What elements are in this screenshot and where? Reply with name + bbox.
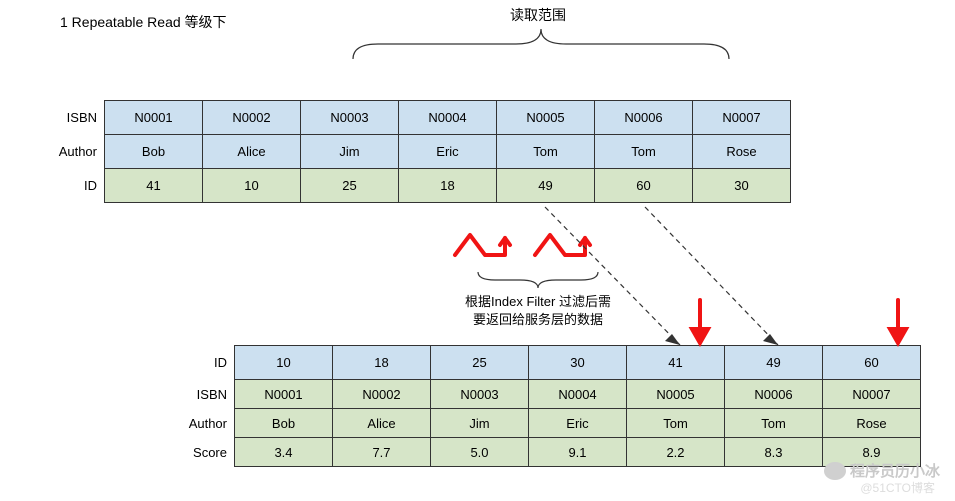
table-row: ID 10 18 25 30 41 49 60 <box>180 345 921 380</box>
cell: 10 <box>234 345 333 380</box>
table-row: Score 3.4 7.7 5.0 9.1 2.2 8.3 8.9 <box>180 437 921 467</box>
cell: Alice <box>332 408 431 438</box>
down-arrow-icon <box>692 300 708 343</box>
cell: Tom <box>496 134 595 169</box>
cell: N0002 <box>332 379 431 409</box>
row-header: ISBN <box>180 379 235 409</box>
cell: N0004 <box>528 379 627 409</box>
row-header: Author <box>180 408 235 438</box>
table-row: ID 41 10 25 18 49 60 30 <box>50 168 791 203</box>
cell: 18 <box>398 168 497 203</box>
cell: 41 <box>104 168 203 203</box>
filter-label: 根据Index Filter 过滤后需 要返回给服务层的数据 <box>448 293 628 329</box>
cell: Tom <box>594 134 693 169</box>
cell: N0001 <box>234 379 333 409</box>
cell: 25 <box>300 168 399 203</box>
row-header: ID <box>50 168 105 203</box>
lock-marker-icon <box>455 235 510 255</box>
cell: 18 <box>332 345 431 380</box>
row-header: Score <box>180 437 235 467</box>
cell: N0003 <box>430 379 529 409</box>
cell: 8.3 <box>724 437 823 467</box>
cell: 3.4 <box>234 437 333 467</box>
cell: Rose <box>822 408 921 438</box>
row-header: ID <box>180 345 235 380</box>
cell: N0007 <box>822 379 921 409</box>
row-header: Author <box>50 134 105 169</box>
table-row: ISBN N0001 N0002 N0003 N0004 N0005 N0006… <box>50 100 791 135</box>
cell: Bob <box>104 134 203 169</box>
cell: N0004 <box>398 100 497 135</box>
cell: N0001 <box>104 100 203 135</box>
clustered-table: ID 10 18 25 30 41 49 60 ISBN N0001 N0002… <box>180 345 921 467</box>
cell: 30 <box>692 168 791 203</box>
cell: Jim <box>300 134 399 169</box>
cell: N0005 <box>626 379 725 409</box>
table-row: Author Bob Alice Jim Eric Tom Tom Rose <box>180 408 921 438</box>
range-label: 读取范围 <box>510 5 566 25</box>
page-title: 1 Repeatable Read 等级下 <box>60 12 227 32</box>
table-row: ISBN N0001 N0002 N0003 N0004 N0005 N0006… <box>180 379 921 409</box>
cell: Eric <box>528 408 627 438</box>
index-table: ISBN N0001 N0002 N0003 N0004 N0005 N0006… <box>50 100 791 203</box>
cell: 25 <box>430 345 529 380</box>
cell: 49 <box>496 168 595 203</box>
dashed-arrow <box>645 207 778 345</box>
range-brace <box>348 24 734 64</box>
watermark-wechat: 程序员历小冰 <box>824 460 940 481</box>
cell: Rose <box>692 134 791 169</box>
wechat-icon <box>824 462 846 480</box>
cell: 10 <box>202 168 301 203</box>
cell: Jim <box>430 408 529 438</box>
lock-marker-icon <box>535 235 590 255</box>
down-arrow-icon <box>890 300 906 343</box>
cell: 7.7 <box>332 437 431 467</box>
cell: Eric <box>398 134 497 169</box>
watermark-cto: @51CTO博客 <box>860 479 935 496</box>
cell: N0003 <box>300 100 399 135</box>
cell: N0002 <box>202 100 301 135</box>
cell: 2.2 <box>626 437 725 467</box>
cell: 41 <box>626 345 725 380</box>
table-row: Author Bob Alice Jim Eric Tom Tom Rose <box>50 134 791 169</box>
cell: 9.1 <box>528 437 627 467</box>
cell: N0006 <box>724 379 823 409</box>
cell: Tom <box>626 408 725 438</box>
filter-brace <box>478 272 598 288</box>
cell: N0005 <box>496 100 595 135</box>
cell: Alice <box>202 134 301 169</box>
cell: 5.0 <box>430 437 529 467</box>
cell: 30 <box>528 345 627 380</box>
row-header: ISBN <box>50 100 105 135</box>
cell: N0006 <box>594 100 693 135</box>
cell: 60 <box>594 168 693 203</box>
cell: 60 <box>822 345 921 380</box>
cell: Bob <box>234 408 333 438</box>
cell: 49 <box>724 345 823 380</box>
cell: Tom <box>724 408 823 438</box>
cell: N0007 <box>692 100 791 135</box>
